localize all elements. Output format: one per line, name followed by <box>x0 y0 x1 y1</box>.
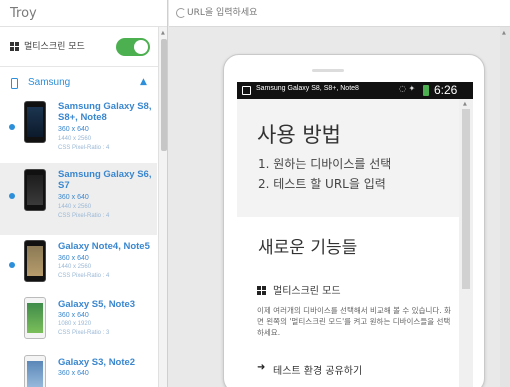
device-item[interactable]: Galaxy S3, Note2 360 x 640 <box>0 353 157 387</box>
howto-step: 1. 원하는 디바이스를 선택 <box>258 157 392 171</box>
scrollbar-thumb[interactable] <box>462 109 470 289</box>
device-thumbnail <box>24 101 46 143</box>
active-dot <box>9 124 15 130</box>
device-ratio: CSS Pixel-Ratio : 4 <box>58 213 110 219</box>
scrollbar-thumb[interactable] <box>161 39 167 151</box>
content-scrollbar[interactable]: ▲ <box>459 99 473 387</box>
device-item[interactable]: Samsung Galaxy S6, S7 360 x 640 1440 x 2… <box>0 163 157 235</box>
device-physical: 1440 x 2560 <box>58 264 92 270</box>
howto-title: 사용 방법 <box>257 123 341 147</box>
share-arrow-icon: ➜ <box>257 362 266 373</box>
share-title[interactable]: 테스트 환경 공유하기 <box>273 362 362 377</box>
device-thumbnail <box>24 169 46 211</box>
device-resolution: 360 x 640 <box>58 255 89 262</box>
battery-icon <box>423 85 429 96</box>
section-title: 새로운 기능들 <box>258 238 358 258</box>
canvas-scrollbar[interactable]: ▲ <box>500 27 510 387</box>
howto-section: 사용 방법 1. 원하는 디바이스를 선택 2. 테스트 할 URL을 입력 <box>237 99 459 217</box>
group-label: Samsung <box>28 77 71 88</box>
url-input[interactable] <box>187 3 487 23</box>
sidebar: Troy 멀티스크린 모드 Samsung ▲ Samsung Galaxy S… <box>0 0 168 387</box>
device-physical: 1440 x 2560 <box>58 204 92 210</box>
phone-icon <box>11 78 18 89</box>
multiscreen-toggle[interactable] <box>116 38 150 56</box>
device-thumbnail <box>24 355 46 387</box>
active-dot <box>9 262 15 268</box>
chevron-up-icon[interactable]: ▲ <box>140 77 147 87</box>
status-title: Samsung Galaxy S8, S8+, Note8 <box>256 85 359 92</box>
device-resolution: 360 x 640 <box>58 370 89 377</box>
device-name: Galaxy S3, Note2 <box>58 357 136 368</box>
device-resolution: 360 x 640 <box>58 312 89 319</box>
scroll-up-icon[interactable]: ▲ <box>161 30 165 36</box>
status-time: 6:26 <box>434 83 458 97</box>
device-thumbnail <box>24 297 46 339</box>
howto-step: 2. 테스트 할 URL을 입력 <box>258 177 386 191</box>
status-bar: Samsung Galaxy S8, S8+, Note8 ◌ ✦ 6:26 <box>237 82 473 99</box>
reload-icon[interactable] <box>176 8 186 18</box>
device-name: Galaxy Note4, Note5 <box>58 241 150 252</box>
device-physical: 1080 x 1920 <box>58 321 92 327</box>
device-item[interactable]: Samsung Galaxy S8, S8+, Note8 360 x 640 … <box>0 95 157 167</box>
toggle-knob <box>134 40 148 54</box>
device-ratio: CSS Pixel-Ratio : 4 <box>58 145 110 151</box>
device-name: Samsung Galaxy S6, S7 <box>58 169 152 191</box>
multiscreen-row: 멀티스크린 모드 <box>0 27 167 67</box>
feature-title: 멀티스크린 모드 <box>273 286 341 297</box>
device-preview-frame: Samsung Galaxy S8, S8+, Note8 ◌ ✦ 6:26 사… <box>223 54 485 387</box>
device-physical: 1440 x 2560 <box>58 136 92 142</box>
app-status-icon <box>242 86 251 95</box>
phone-speaker <box>312 69 344 72</box>
device-screen[interactable]: Samsung Galaxy S8, S8+, Note8 ◌ ✦ 6:26 사… <box>237 82 473 387</box>
grid-icon <box>257 286 266 295</box>
device-resolution: 360 x 640 <box>58 194 89 201</box>
device-resolution: 360 x 640 <box>58 126 89 133</box>
signal-icons: ◌ ✦ <box>399 84 416 93</box>
device-name: Samsung Galaxy S8, S8+, Note8 <box>58 101 152 123</box>
feature-description: 이제 여러개의 디바이스를 선택해서 비교해 볼 수 있습니다. 화면 왼쪽의 … <box>257 306 451 337</box>
sidebar-scrollbar[interactable]: ▲ <box>158 27 167 387</box>
group-header-samsung[interactable]: Samsung ▲ <box>0 69 167 97</box>
scroll-up-icon[interactable]: ▲ <box>463 101 467 107</box>
device-ratio: CSS Pixel-Ratio : 4 <box>58 273 110 279</box>
app-title: Troy <box>0 0 167 27</box>
multiscreen-label: 멀티스크린 모드 <box>24 42 85 52</box>
url-bar <box>169 0 510 27</box>
scroll-up-icon[interactable]: ▲ <box>502 30 506 36</box>
grid-icon <box>10 42 19 51</box>
device-thumbnail <box>24 240 46 282</box>
device-ratio: CSS Pixel-Ratio : 3 <box>58 330 110 336</box>
device-name: Galaxy S5, Note3 <box>58 299 136 310</box>
active-dot <box>9 193 15 199</box>
